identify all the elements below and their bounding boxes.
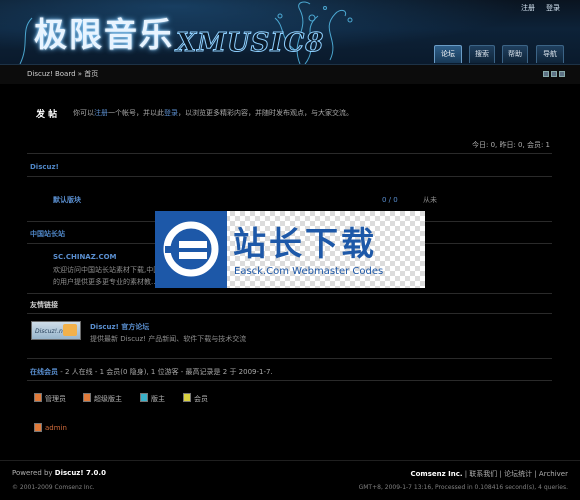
nav-tab-forum[interactable]: 论坛 <box>434 45 462 63</box>
nav-tab-search[interactable]: 搜索 <box>469 45 495 63</box>
forum-description: 的用户提供更多更专业的素材教... <box>53 278 158 286</box>
processing-info: GMT+8, 2009-1-7 13:16, Processed in 0.10… <box>358 484 568 491</box>
admin-user-icon <box>34 393 42 402</box>
guest-notice-text: 你可以 <box>73 109 94 117</box>
friend-link-logo[interactable]: Discuz!.net <box>31 321 81 340</box>
view-style-icon[interactable] <box>559 71 565 77</box>
divider <box>27 293 552 294</box>
watermark-cn: 站长下载 <box>233 224 377 263</box>
online-members-link[interactable]: 在线会员 <box>30 368 58 376</box>
guest-register-link[interactable]: 注册 <box>94 109 108 117</box>
friend-logo-badge <box>63 324 77 336</box>
friend-link-name[interactable]: Discuz! 官方论坛 <box>90 322 149 332</box>
category-title-chinaz[interactable]: 中国站长站 <box>30 229 65 239</box>
guest-notice-text: ，以浏览更多精彩内容，并随时发布观点，与大家交流。 <box>178 109 353 117</box>
nav-tab-help[interactable]: 帮助 <box>502 45 528 63</box>
divider <box>27 176 552 177</box>
copyright: © 2001-2009 Comsenz Inc. <box>12 484 95 491</box>
online-members-text: - 2 人在线 - 1 会员(0 隐身), 1 位游客 - 最高记录是 2 于 … <box>58 368 273 376</box>
footer-link-list[interactable]: | 联系我们 | 论坛统计 | Archiver <box>463 470 568 478</box>
legend-label-super-moderator: 超级版主 <box>94 395 122 403</box>
admin-user-icon <box>34 423 42 432</box>
moderator-user-icon <box>140 393 148 402</box>
forum-description: 欢迎访问中国站长站素材下载,中国 <box>53 266 161 274</box>
divider <box>27 358 552 359</box>
footer-divider <box>0 460 580 461</box>
view-style-icon[interactable] <box>551 71 557 77</box>
legend-label-admin: 管理员 <box>45 395 66 403</box>
view-style-icon[interactable] <box>543 71 549 77</box>
register-link[interactable]: 注册 <box>521 3 535 13</box>
watermark-overlay: 站长下载 Easck.Com Webmaster Codes <box>155 211 425 288</box>
forum-last-post: 从未 <box>423 196 437 204</box>
company-link[interactable]: Comsenz Inc. <box>410 470 462 478</box>
header-banner: 极限音乐 XMUSIC8 注册 登录 论坛 搜索 帮助 导航 <box>0 0 580 64</box>
category-title-discuz[interactable]: Discuz! <box>30 163 59 171</box>
guest-login-link[interactable]: 登录 <box>164 109 178 117</box>
forum-link-default[interactable]: 默认版块 <box>53 195 81 205</box>
divider <box>27 313 552 314</box>
powered-by: Powered by Discuz! 7.0.0 <box>12 469 106 477</box>
new-post-button[interactable]: 发 帖 <box>36 107 57 120</box>
site-logo-cn[interactable]: 极限音乐 <box>34 8 174 56</box>
online-user-admin[interactable]: admin <box>45 424 67 432</box>
powered-by-text: Powered by <box>12 469 55 477</box>
online-members: 在线会员 - 2 人在线 - 1 会员(0 隐身), 1 位游客 - 最高记录是… <box>30 367 273 377</box>
login-link[interactable]: 登录 <box>546 3 560 13</box>
watermark-en: Easck.Com Webmaster Codes <box>234 266 384 277</box>
breadcrumb[interactable]: Discuz! Board » 首页 <box>27 69 98 79</box>
super-moderator-user-icon <box>83 393 91 402</box>
friend-links-title: 友情链接 <box>30 301 58 309</box>
site-logo-en: XMUSIC8 <box>175 28 325 59</box>
friend-link-desc: 提供最新 Discuz! 产品新闻、软件下载与技术交流 <box>90 335 247 343</box>
footer-links: Comsenz Inc. | 联系我们 | 论坛统计 | Archiver <box>410 469 568 479</box>
guest-notice-text: 一个帐号，并以此 <box>108 109 164 117</box>
powered-by-link[interactable]: Discuz! 7.0.0 <box>55 469 106 477</box>
forum-post-count: 0 / 0 <box>382 196 398 204</box>
divider <box>27 380 552 381</box>
forum-link-chinaz[interactable]: SC.CHINAZ.COM <box>53 253 117 261</box>
member-user-icon <box>183 393 191 402</box>
legend-label-moderator: 版主 <box>151 395 165 403</box>
nav-tab-navigation[interactable]: 导航 <box>536 45 564 63</box>
watermark-logo-icon <box>155 211 227 288</box>
divider <box>27 153 552 154</box>
legend-label-member: 会员 <box>194 395 208 403</box>
guest-notice: 你可以注册一个帐号，并以此登录，以浏览更多精彩内容，并随时发布观点，与大家交流。 <box>73 108 353 118</box>
forum-stats: 今日: 0, 昨日: 0, 会员: 1 <box>471 141 550 149</box>
